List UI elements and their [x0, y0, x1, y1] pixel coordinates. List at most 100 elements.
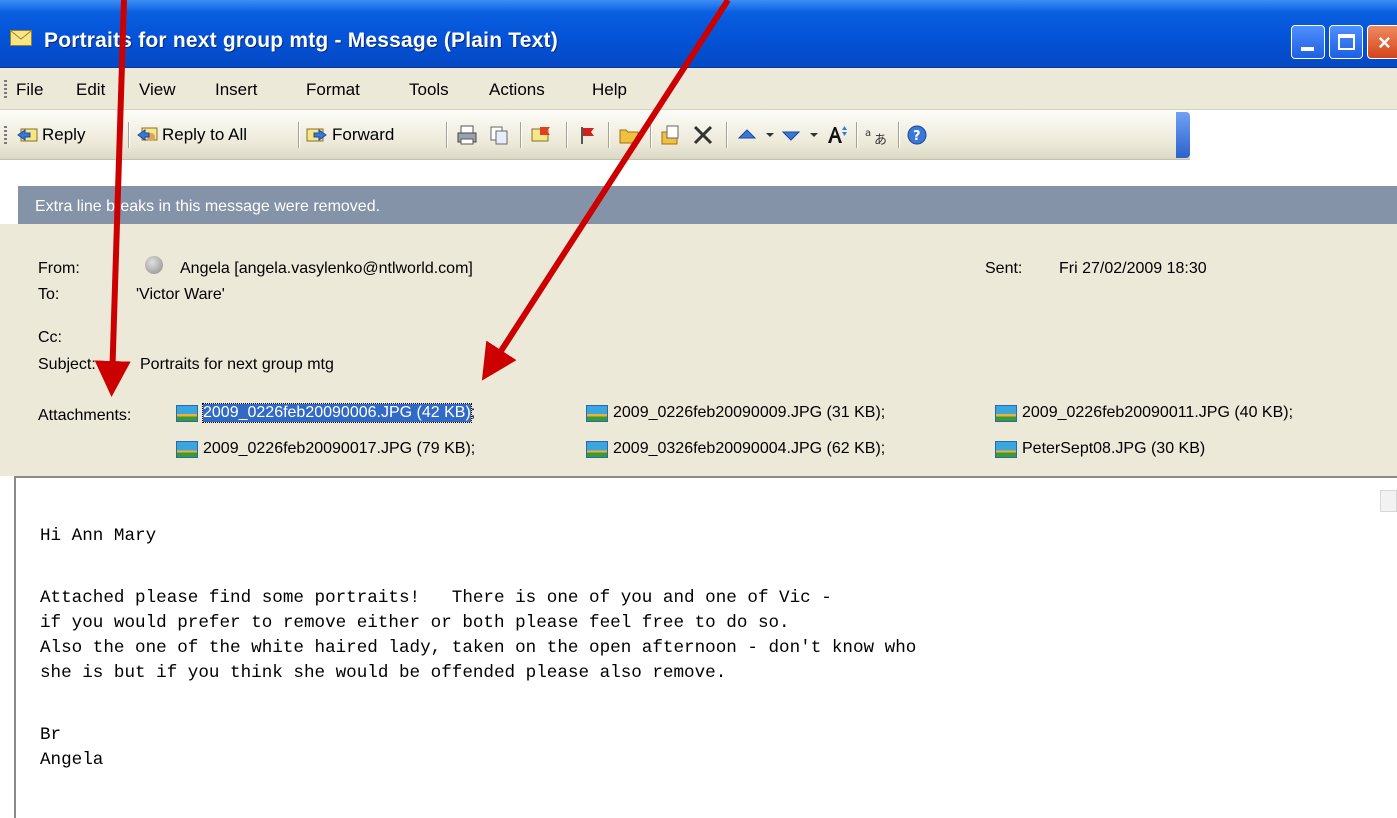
forward-button[interactable]: Forward — [306, 120, 394, 150]
attachment-name[interactable]: 2009_0226feb20090009.JPG (31 KB) — [613, 404, 881, 422]
menu-file[interactable]: File — [16, 80, 43, 100]
message-body[interactable]: Hi Ann Mary Attached please find some po… — [14, 476, 1397, 818]
toolbar-separator — [128, 122, 129, 148]
sent-value: Fri 27/02/2009 18:30 — [1059, 260, 1207, 277]
svg-text:あ: あ — [874, 133, 887, 146]
attachment-separator: ; — [880, 404, 886, 421]
toolbar-separator — [608, 122, 609, 148]
toolbar-overflow-button[interactable] — [1176, 112, 1190, 158]
scrollbar-up-arrow[interactable] — [1380, 490, 1397, 512]
menu-format[interactable]: Format — [306, 80, 360, 100]
copy-icon[interactable] — [488, 124, 510, 146]
minimize-icon — [1301, 47, 1314, 51]
maximize-icon — [1338, 34, 1355, 50]
chevron-down-icon[interactable] — [764, 124, 776, 146]
toolbar-separator — [898, 122, 899, 148]
sent-label: Sent: — [985, 260, 1023, 277]
attachment-name[interactable]: 2009_0226feb20090006.JPG (42 KB) — [202, 403, 472, 423]
body-line: if you would prefer to remove either or … — [40, 613, 790, 633]
attachment-item[interactable]: 2009_0226feb20090011.JPG (40 KB) ; — [995, 404, 1293, 422]
standard-toolbar: Reply Reply to All Forward a あ ? — [0, 110, 1190, 160]
envelope-icon — [10, 30, 32, 46]
toolbar-separator — [298, 122, 299, 148]
menu-actions[interactable]: Actions — [489, 80, 545, 100]
window-title: Portraits for next group mtg - Message (… — [44, 29, 558, 52]
reply-button[interactable]: Reply — [16, 120, 85, 150]
attachment-item[interactable]: 2009_0226feb20090009.JPG (31 KB) ; — [586, 404, 885, 422]
body-line: Attached please find some portraits! The… — [40, 588, 832, 608]
attachment-separator: ; — [1288, 404, 1294, 421]
image-file-icon — [995, 404, 1017, 422]
image-file-icon — [176, 404, 198, 422]
subject-value: Portraits for next group mtg — [140, 356, 334, 373]
attachment-item[interactable]: 2009_0226feb20090017.JPG (79 KB) ; — [176, 440, 475, 458]
svg-text:a: a — [865, 128, 871, 139]
attachment-name[interactable]: PeterSept08.JPG (30 KB) — [1022, 440, 1205, 458]
image-file-icon — [586, 404, 608, 422]
toolbar-separator — [650, 122, 651, 148]
font-size-icon[interactable] — [826, 124, 848, 146]
svg-text:?: ? — [913, 129, 921, 144]
attachment-separator: ; — [880, 440, 886, 457]
contact-avatar-icon[interactable] — [145, 256, 163, 274]
attachment-separator: ; — [470, 404, 476, 421]
image-file-icon — [995, 440, 1017, 458]
to-label: To: — [38, 286, 60, 303]
menu-bar: File Edit View Insert Format Tools Actio… — [0, 68, 1397, 110]
flag-icon[interactable] — [576, 124, 598, 146]
move-icon[interactable] — [660, 124, 682, 146]
from-value[interactable]: Angela [angela.vasylenko@ntlworld.com] — [180, 260, 473, 278]
reply-all-label: Reply to All — [162, 125, 248, 144]
reply-all-button[interactable]: Reply to All — [136, 120, 247, 150]
minimize-button[interactable] — [1291, 25, 1325, 59]
help-icon[interactable]: ? — [906, 124, 928, 146]
image-file-icon — [176, 440, 198, 458]
message-header: From: Angela [angela.vasylenko@ntlworld.… — [0, 224, 1397, 476]
cc-label: Cc: — [38, 329, 62, 346]
body-signoff: Br — [40, 725, 62, 745]
next-icon[interactable] — [780, 124, 802, 146]
subject-label: Subject: — [38, 356, 96, 373]
menu-grip[interactable] — [4, 80, 7, 98]
forward-icon — [306, 128, 327, 142]
close-icon: × — [1378, 30, 1391, 55]
attachments-label: Attachments: — [38, 407, 132, 424]
follow-up-icon[interactable] — [530, 124, 552, 146]
attachment-item[interactable]: 2009_0326feb20090004.JPG (62 KB) ; — [586, 440, 885, 458]
encoding-icon[interactable]: a あ — [864, 124, 890, 146]
menu-insert[interactable]: Insert — [215, 80, 258, 100]
toolbar-separator — [566, 122, 567, 148]
body-line: she is but if you think she would be off… — [40, 663, 727, 683]
attachment-name[interactable]: 2009_0226feb20090011.JPG (40 KB) — [1022, 404, 1289, 422]
toolbar-separator — [856, 122, 857, 148]
attachment-item[interactable]: PeterSept08.JPG (30 KB) — [995, 440, 1205, 458]
toolbar-grip[interactable] — [4, 126, 7, 144]
toolbar-separator — [446, 122, 447, 148]
menu-help[interactable]: Help — [592, 80, 627, 100]
menu-edit[interactable]: Edit — [76, 80, 105, 100]
maximize-button[interactable] — [1329, 25, 1363, 59]
info-bar[interactable]: Extra line breaks in this message were r… — [18, 186, 1397, 224]
reply-label: Reply — [42, 125, 86, 144]
menu-tools[interactable]: Tools — [409, 80, 449, 100]
attachment-name[interactable]: 2009_0326feb20090004.JPG (62 KB) — [613, 440, 881, 458]
close-button[interactable]: × — [1367, 25, 1397, 59]
reply-all-icon — [137, 127, 158, 141]
attachment-name[interactable]: 2009_0226feb20090017.JPG (79 KB) — [203, 440, 471, 458]
info-bar-text: Extra line breaks in this message were r… — [35, 198, 381, 215]
previous-icon[interactable] — [736, 124, 758, 146]
forward-label: Forward — [332, 125, 395, 144]
attachment-item[interactable]: 2009_0226feb20090006.JPG (42 KB) ; — [176, 403, 476, 423]
body-signature: Angela — [40, 750, 104, 770]
title-bar: Portraits for next group mtg - Message (… — [0, 0, 1397, 68]
delete-icon[interactable] — [692, 124, 714, 146]
chevron-down-icon[interactable] — [808, 124, 820, 146]
menu-view[interactable]: View — [139, 80, 176, 100]
body-line: Also the one of the white haired lady, t… — [40, 638, 917, 658]
attachment-separator: ; — [470, 440, 476, 457]
folder-icon[interactable] — [618, 124, 640, 146]
to-value[interactable]: 'Victor Ware' — [136, 286, 225, 304]
print-icon[interactable] — [456, 124, 478, 146]
from-label: From: — [38, 260, 80, 277]
toolbar-separator — [520, 122, 521, 148]
